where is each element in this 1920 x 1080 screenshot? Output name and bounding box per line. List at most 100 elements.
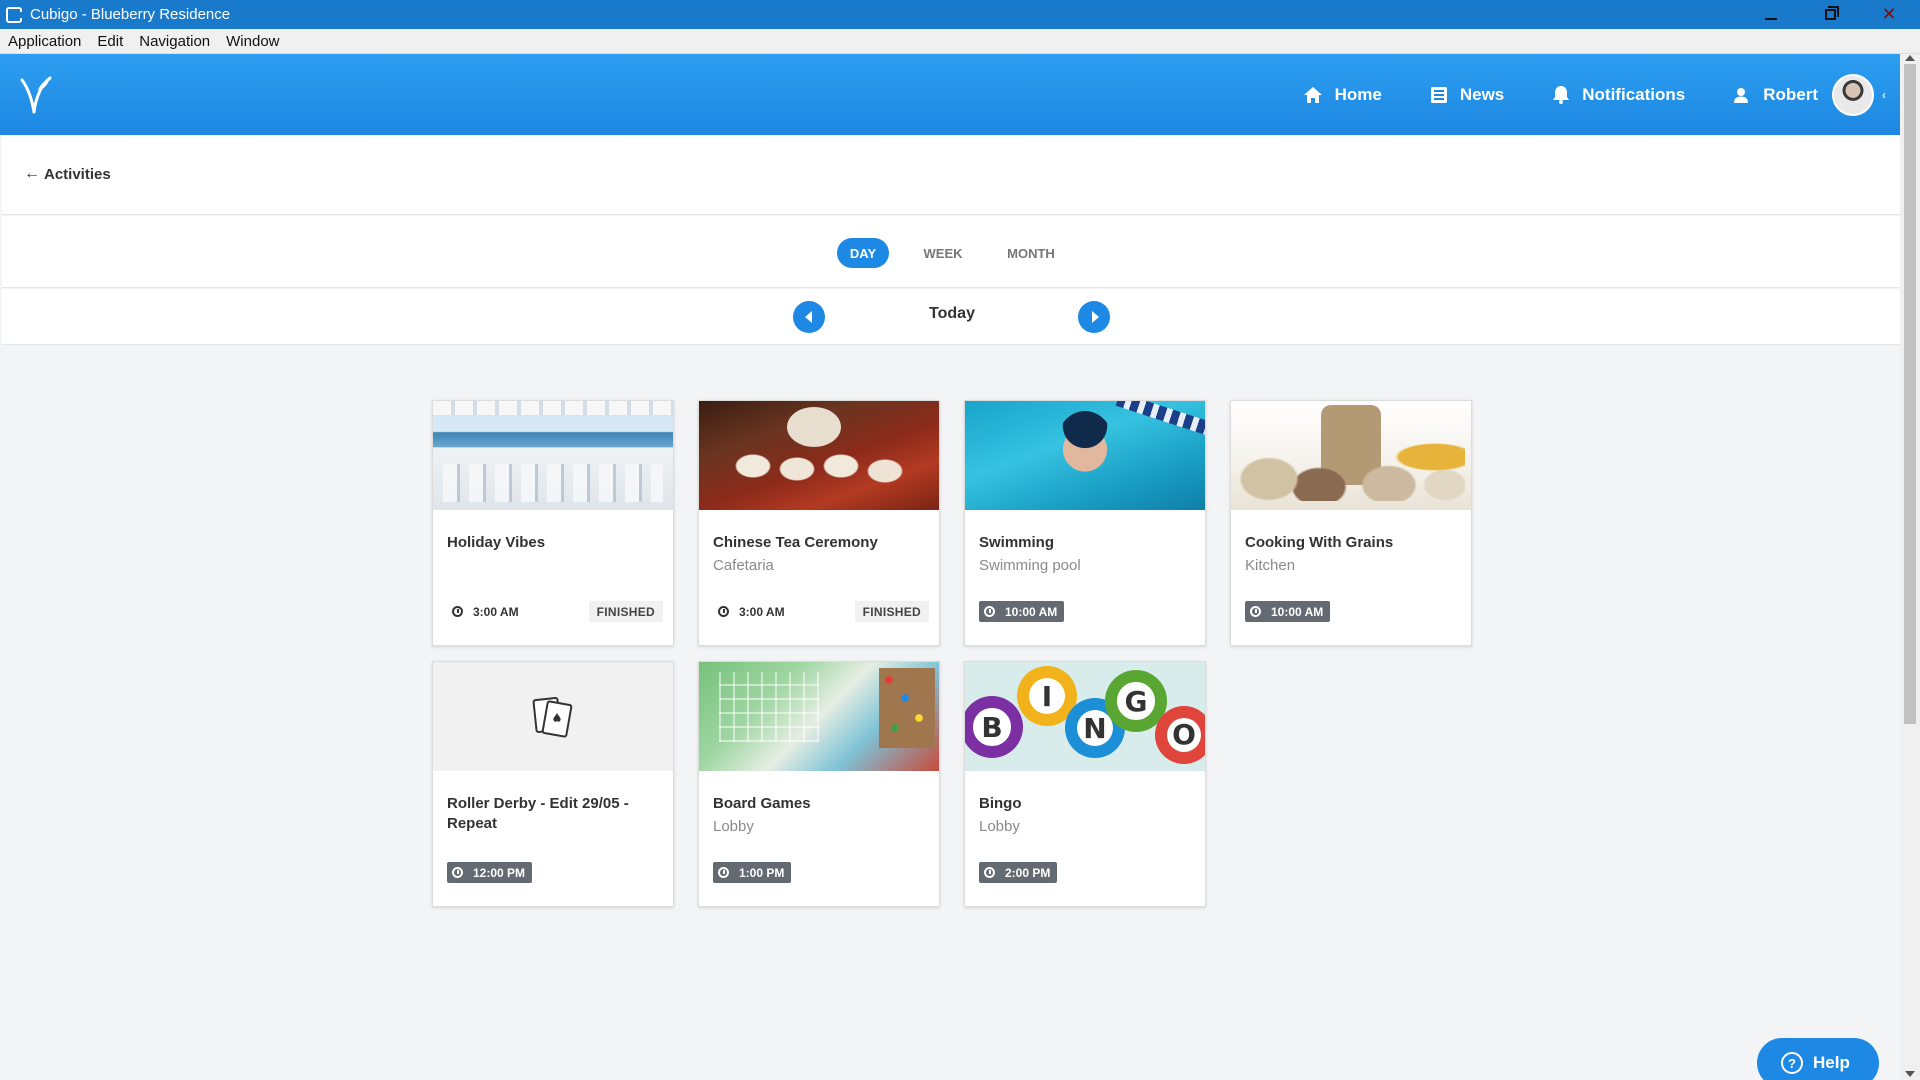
- news-icon: [1430, 86, 1447, 103]
- activity-location: Lobby: [713, 818, 754, 835]
- caret-right-icon: [1091, 311, 1099, 323]
- activity-name: Roller Derby - Edit 29/05 - Repeat: [447, 795, 629, 832]
- help-label: Help: [1813, 1053, 1850, 1072]
- activity-time-label: 1:00 PM: [739, 865, 785, 880]
- arrow-left-icon: ←: [24, 165, 40, 182]
- playing-cards-icon: [532, 696, 573, 738]
- close-button[interactable]: ✕: [1860, 0, 1918, 29]
- clock-icon: [984, 606, 995, 617]
- activity-image: [965, 401, 1205, 510]
- clock-icon: [718, 606, 729, 617]
- tab-month[interactable]: MONTH: [1002, 238, 1060, 268]
- scroll-up-icon[interactable]: [1905, 55, 1915, 61]
- minimize-icon: [1765, 17, 1777, 20]
- clock-icon: [718, 867, 729, 878]
- activity-image: [699, 401, 939, 510]
- bell-icon: [1553, 86, 1570, 104]
- activity-name: Swimming: [979, 534, 1055, 551]
- question-icon: ?: [1781, 1052, 1803, 1074]
- menu-navigation[interactable]: Navigation: [131, 33, 218, 50]
- activity-time: 3:00 AM: [447, 601, 526, 622]
- activity-image: [699, 662, 939, 771]
- activity-time: 12:00 PM: [447, 862, 533, 883]
- menu-window[interactable]: Window: [218, 33, 287, 50]
- activity-card[interactable]: Roller Derby - Edit 29/05 - Repeat 12:00…: [432, 661, 674, 907]
- minimize-button[interactable]: [1742, 0, 1800, 29]
- page-subheader: ← Activities: [2, 135, 1900, 215]
- cubigo-logo-icon[interactable]: [18, 74, 54, 114]
- previous-day-button[interactable]: [793, 301, 825, 333]
- chevron-left-icon[interactable]: ‹: [1882, 88, 1886, 102]
- caret-left-icon: [804, 311, 812, 323]
- activity-image-placeholder: [433, 662, 673, 771]
- activity-time: 10:00 AM: [979, 601, 1065, 622]
- activity-name: Board Games: [713, 795, 811, 812]
- activity-image: B I N G O: [965, 662, 1205, 771]
- status-badge: FINISHED: [588, 601, 663, 622]
- nav-notifications[interactable]: Notifications: [1552, 85, 1685, 105]
- next-day-button[interactable]: [1078, 301, 1110, 333]
- activity-image: [433, 401, 673, 510]
- activity-card[interactable]: Board Games Lobby 1:00 PM: [698, 661, 940, 907]
- avatar[interactable]: [1832, 73, 1874, 116]
- user-icon: [1734, 87, 1749, 103]
- activity-time: 10:00 AM: [1245, 601, 1331, 622]
- view-toggle: DAY WEEK MONTH: [2, 216, 1900, 288]
- activity-card[interactable]: Swimming Swimming pool 10:00 AM: [964, 400, 1206, 646]
- clock-icon: [1250, 606, 1261, 617]
- menu-application[interactable]: Application: [0, 33, 89, 50]
- nav-news[interactable]: News: [1430, 85, 1504, 105]
- restore-button[interactable]: [1801, 0, 1859, 29]
- activity-time: 3:00 AM: [713, 601, 792, 622]
- main-nav: Home News Notifications Robert ‹: [1255, 54, 1886, 135]
- activity-time-label: 12:00 PM: [473, 865, 526, 880]
- date-navigation: Today: [2, 289, 1900, 345]
- menu-bar: Application Edit Navigation Window: [0, 29, 1920, 54]
- vertical-scrollbar[interactable]: [1900, 54, 1920, 1080]
- scrollbar-thumb[interactable]: [1904, 64, 1916, 724]
- activity-time-label: 10:00 AM: [1271, 604, 1324, 619]
- nav-news-label: News: [1459, 84, 1505, 104]
- clock-icon: [984, 867, 995, 878]
- activity-image: [1231, 401, 1471, 510]
- back-label: Activities: [44, 165, 111, 183]
- menu-edit[interactable]: Edit: [89, 33, 131, 50]
- activity-location: Lobby: [979, 818, 1020, 835]
- activity-location: Swimming pool: [979, 557, 1081, 574]
- scroll-down-icon[interactable]: [1905, 1071, 1915, 1077]
- back-link[interactable]: ← Activities: [24, 165, 111, 183]
- activity-card[interactable]: Chinese Tea Ceremony Cafetaria 3:00 AM F…: [698, 400, 940, 646]
- activity-location: Kitchen: [1245, 557, 1296, 574]
- nav-home-label: Home: [1334, 84, 1382, 104]
- close-icon: ✕: [1881, 4, 1897, 24]
- bingo-ball: B: [965, 696, 1023, 758]
- clock-icon: [452, 867, 463, 878]
- status-badge: FINISHED: [854, 601, 929, 622]
- app-header: Home News Notifications Robert ‹: [0, 54, 1900, 135]
- activity-time-label: 3:00 AM: [473, 604, 519, 619]
- bingo-ball: O: [1155, 706, 1205, 764]
- activity-time-label: 10:00 AM: [1005, 604, 1058, 619]
- nav-home[interactable]: Home: [1303, 85, 1382, 105]
- activity-card[interactable]: B I N G O Bingo Lobby 2:00 PM: [964, 661, 1206, 907]
- restore-icon: [1824, 9, 1836, 20]
- home-icon: [1303, 86, 1322, 103]
- tab-day[interactable]: DAY: [837, 238, 889, 268]
- activity-time-label: 2:00 PM: [1005, 865, 1051, 880]
- activity-name: Cooking With Grains: [1245, 534, 1394, 551]
- activity-time: 2:00 PM: [979, 862, 1058, 883]
- app-window-icon: [6, 6, 22, 23]
- nav-notifications-label: Notifications: [1582, 84, 1686, 104]
- activity-location: Cafetaria: [713, 557, 774, 574]
- activity-name: Holiday Vibes: [447, 534, 546, 551]
- window-titlebar: Cubigo - Blueberry Residence ✕: [0, 0, 1920, 29]
- activity-time: 1:00 PM: [713, 862, 792, 883]
- help-button[interactable]: ? Help: [1757, 1038, 1879, 1080]
- current-date-label: Today: [929, 305, 975, 322]
- activity-name: Chinese Tea Ceremony: [713, 534, 878, 551]
- activity-card[interactable]: Cooking With Grains Kitchen 10:00 AM: [1230, 400, 1472, 646]
- tab-week[interactable]: WEEK: [917, 238, 969, 268]
- window-title: Cubigo - Blueberry Residence: [30, 6, 231, 23]
- activity-card[interactable]: Holiday Vibes 3:00 AM FINISHED: [432, 400, 674, 646]
- user-menu[interactable]: Robert ‹: [1733, 73, 1886, 116]
